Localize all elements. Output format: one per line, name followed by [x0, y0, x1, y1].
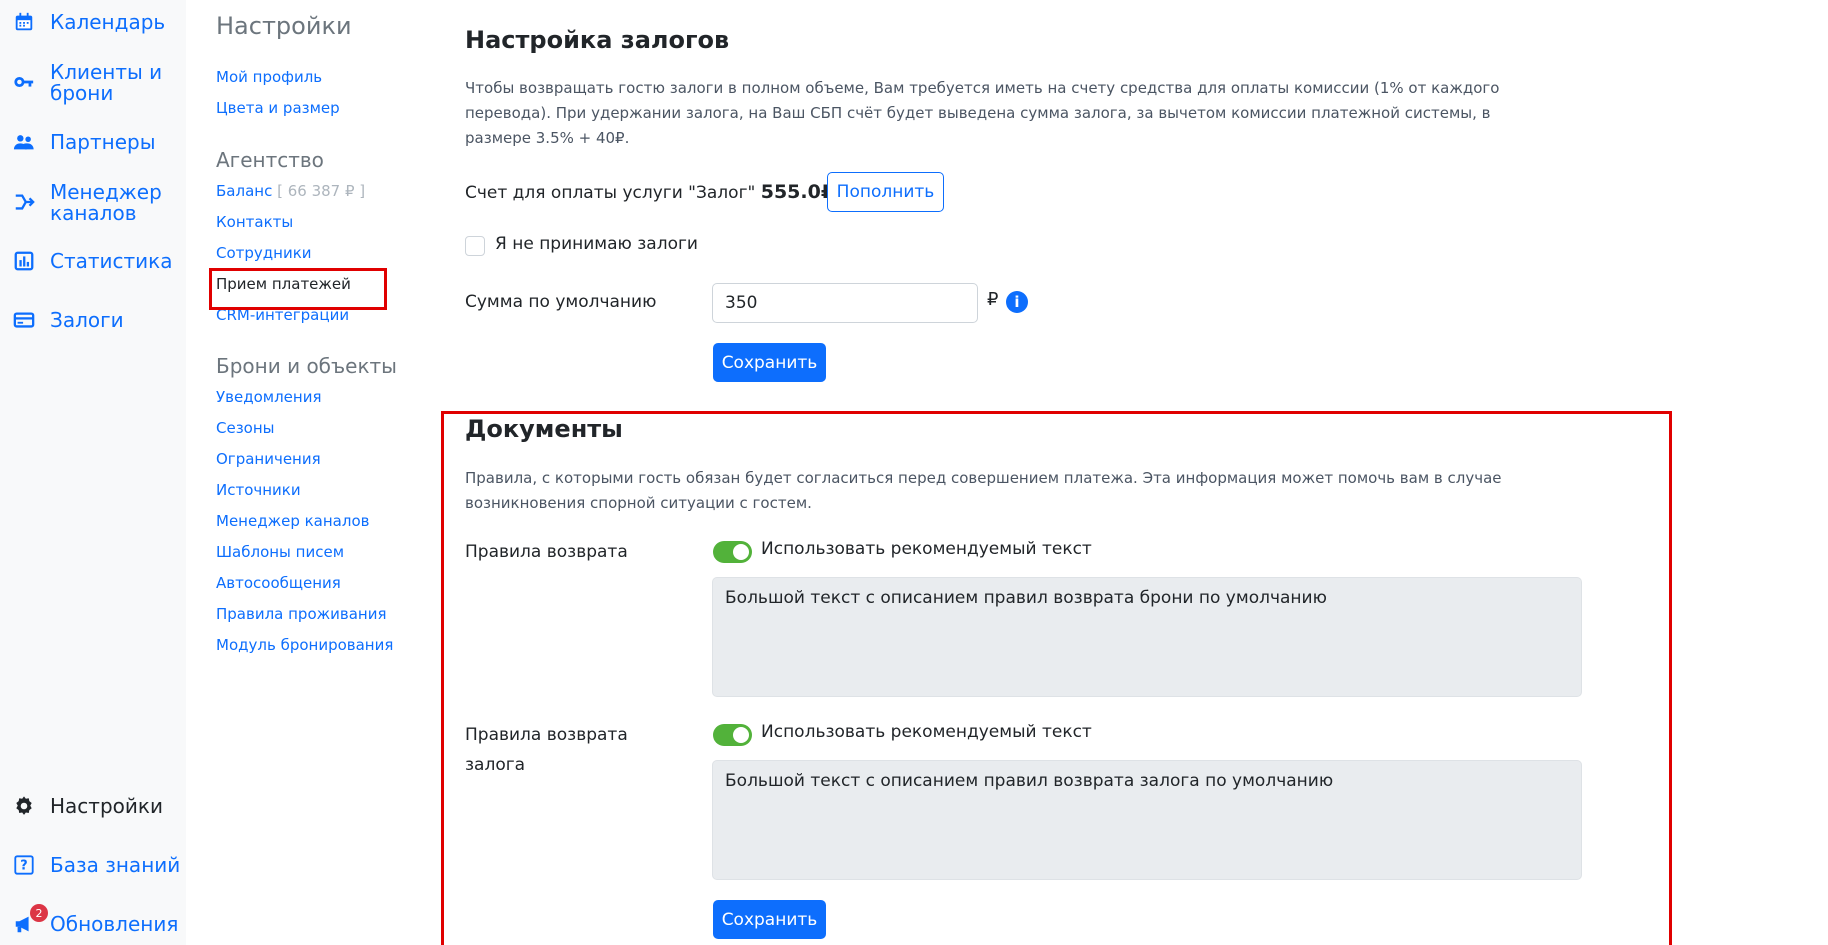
- submenu-contacts[interactable]: Контакты: [216, 213, 293, 231]
- topup-button[interactable]: Пополнить: [827, 172, 944, 212]
- nav-deposits-label: Залоги: [50, 307, 124, 332]
- nav-clients[interactable]: Клиенты и брони: [12, 62, 170, 104]
- deposits-description: Чтобы возвращать гостю залоги в полном о…: [465, 79, 1500, 147]
- nav-calendar[interactable]: Календарь: [12, 10, 165, 34]
- submenu-house-rules[interactable]: Правила проживания: [216, 605, 387, 623]
- refund-rules-label: Правила возврата: [465, 542, 628, 562]
- refund-rules-textarea[interactable]: Большой текст с описанием правил возврат…: [712, 577, 1582, 697]
- refund-rules-toggle[interactable]: [713, 541, 752, 563]
- documents-description: Правила, с которыми гость обязан будет с…: [465, 469, 1502, 512]
- deposit-rules-label: Правила возврата залога: [465, 725, 628, 775]
- users-icon: [12, 130, 36, 154]
- gear-icon: [12, 794, 36, 818]
- nav-channel-manager[interactable]: Менеджер каналов: [12, 182, 170, 224]
- deposit-rules-toggle[interactable]: [713, 724, 752, 746]
- documents-title: Документы: [465, 415, 623, 443]
- nav-channel-manager-label: Менеджер каналов: [50, 180, 162, 225]
- submenu-employees[interactable]: Сотрудники: [216, 244, 312, 262]
- deposits-title: Настройка залогов: [465, 26, 730, 54]
- deposit-rules-toggle-label: Использовать рекомендуемый текст: [761, 722, 1092, 742]
- currency-symbol: ₽: [987, 289, 999, 310]
- card-icon: [12, 308, 36, 332]
- submenu-my-profile[interactable]: Мой профиль: [216, 68, 322, 86]
- calendar-icon: [12, 10, 36, 34]
- settings-submenu: Настройки Мой профиль Цвета и размер Аге…: [186, 0, 426, 945]
- svg-text:?: ?: [20, 859, 27, 874]
- account-row: Счет для оплаты услуги "Залог" 555.0₽: [465, 181, 834, 203]
- nav-knowledge[interactable]: ? База знаний: [12, 853, 180, 877]
- submenu-colors-size[interactable]: Цвета и размер: [216, 99, 340, 117]
- account-label: Счет для оплаты услуги "Залог": [465, 183, 756, 203]
- agency-heading: Агентство: [216, 148, 324, 172]
- updates-badge: 2: [30, 904, 48, 922]
- nav-partners[interactable]: Партнеры: [12, 130, 156, 154]
- submenu-email-templates[interactable]: Шаблоны писем: [216, 543, 344, 561]
- nav-statistics[interactable]: Статистика: [12, 249, 173, 273]
- submenu-auto-messages[interactable]: Автосообщения: [216, 574, 341, 592]
- nav-settings-label: Настройки: [50, 793, 163, 818]
- refund-rules-toggle-label: Использовать рекомендуемый текст: [761, 539, 1092, 559]
- main-nav: Календарь Клиенты и брони Партнеры Менед…: [0, 0, 186, 945]
- nav-settings[interactable]: Настройки: [12, 794, 163, 818]
- help-icon: ?: [12, 853, 36, 877]
- key-icon: [12, 70, 36, 94]
- submenu-seasons[interactable]: Сезоны: [216, 419, 275, 437]
- submenu-balance[interactable]: Баланс [ 66 387 ₽ ]: [216, 182, 365, 200]
- nav-partners-label: Партнеры: [50, 129, 156, 154]
- default-sum-input[interactable]: [712, 283, 978, 323]
- save-deposits-button[interactable]: Сохранить: [713, 343, 826, 382]
- deposit-rules-label-line1: Правила возврата: [465, 725, 628, 745]
- default-sum-label: Сумма по умолчанию: [465, 292, 657, 312]
- chart-icon: [12, 249, 36, 273]
- save-documents-button[interactable]: Сохранить: [713, 900, 826, 939]
- nav-knowledge-label: База знаний: [50, 852, 181, 877]
- deposit-rules-textarea[interactable]: Большой текст с описанием правил возврат…: [712, 760, 1582, 880]
- submenu-booking-module[interactable]: Модуль бронирования: [216, 636, 393, 654]
- balance-value: [ 66 387 ₽ ]: [277, 182, 366, 200]
- submenu-sources[interactable]: Источники: [216, 481, 301, 499]
- megaphone-icon: 2: [12, 904, 48, 936]
- no-deposits-label: Я не принимаю залоги: [495, 234, 698, 254]
- channels-icon: [12, 190, 36, 214]
- submenu-restrictions[interactable]: Ограничения: [216, 450, 321, 468]
- submenu-notifications[interactable]: Уведомления: [216, 388, 321, 406]
- bookings-heading: Брони и объекты: [216, 354, 397, 378]
- submenu-title: Настройки: [216, 12, 352, 40]
- nav-statistics-label: Статистика: [50, 248, 173, 273]
- account-value: 555.0₽: [760, 181, 835, 203]
- nav-calendar-label: Календарь: [50, 9, 166, 34]
- highlight-payments: [209, 268, 387, 310]
- balance-label: Баланс: [216, 182, 273, 200]
- nav-clients-label: Клиенты и брони: [50, 60, 163, 105]
- submenu-channel-manager[interactable]: Менеджер каналов: [216, 512, 369, 530]
- nav-updates-label: Обновления: [50, 911, 179, 936]
- info-icon[interactable]: i: [1006, 291, 1028, 313]
- deposit-rules-label-line2: залога: [465, 755, 526, 775]
- nav-updates[interactable]: 2 Обновления: [12, 904, 179, 936]
- no-deposits-checkbox[interactable]: [465, 236, 485, 256]
- nav-deposits[interactable]: Залоги: [12, 308, 124, 332]
